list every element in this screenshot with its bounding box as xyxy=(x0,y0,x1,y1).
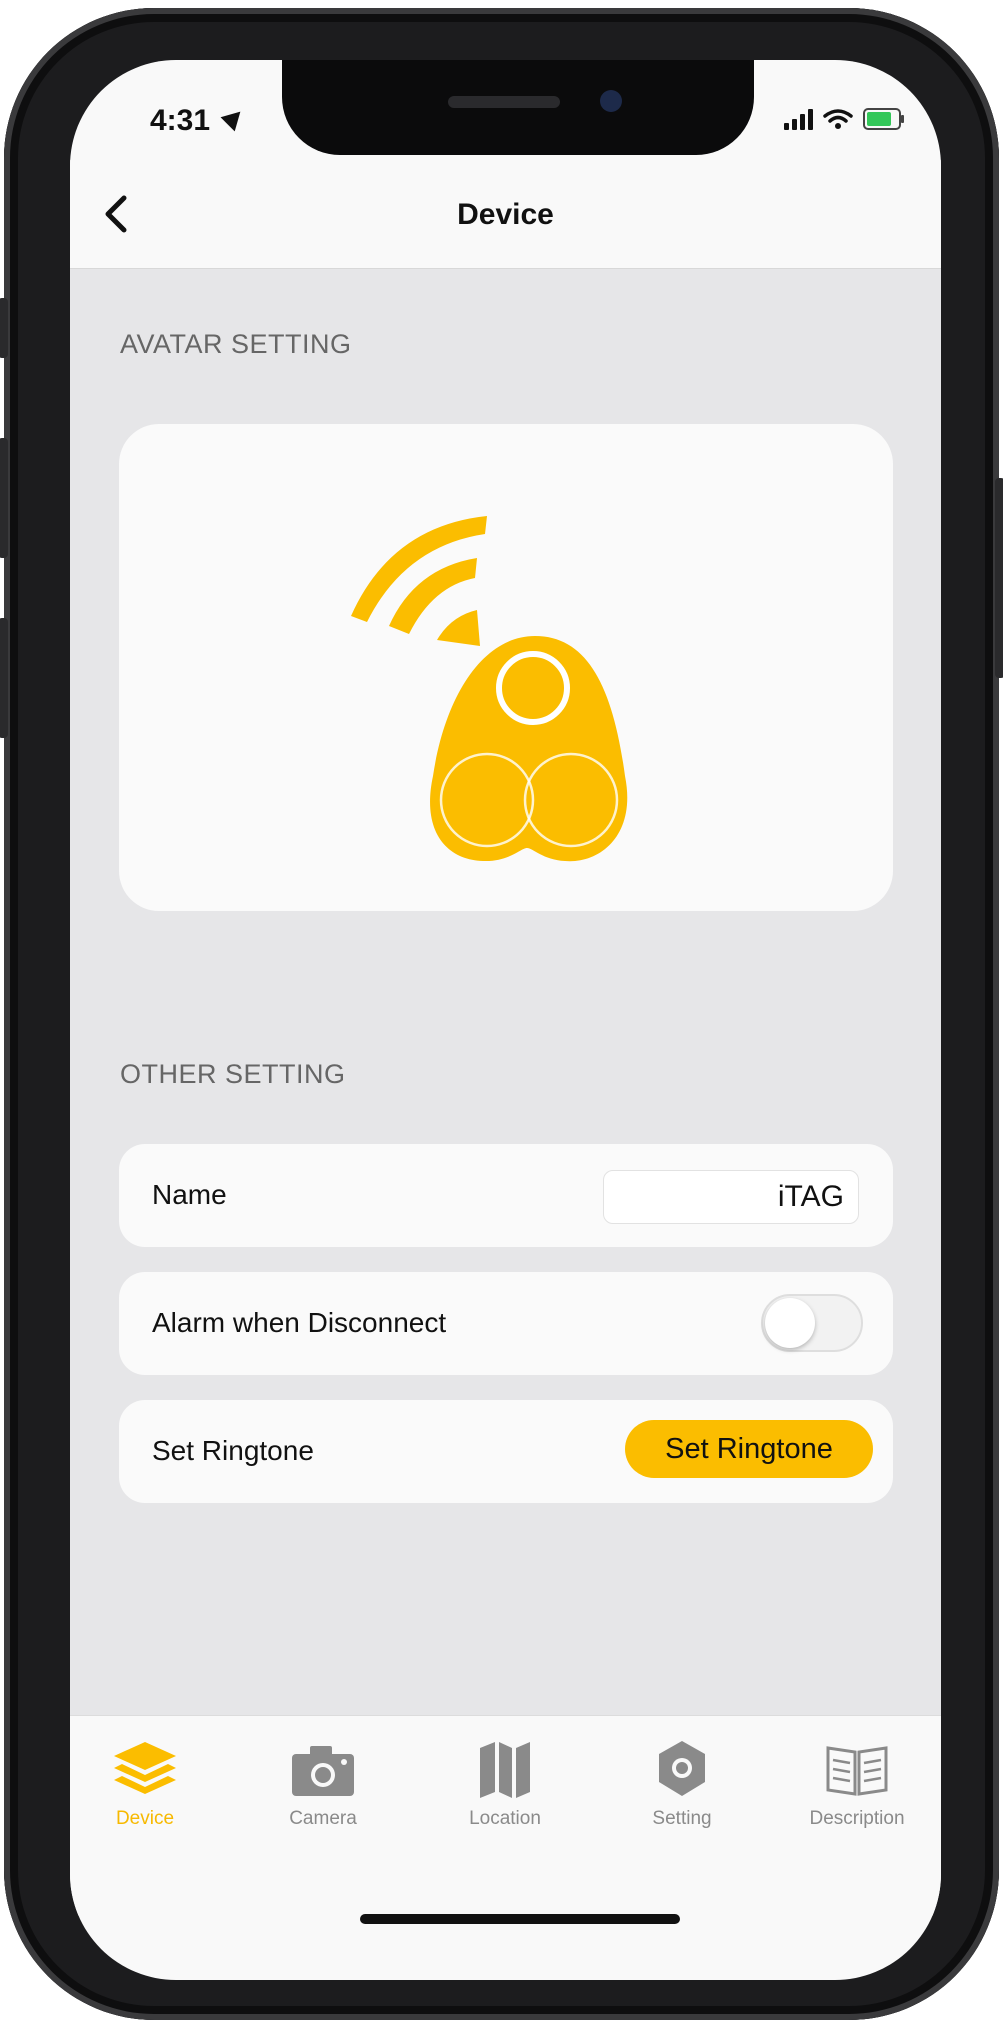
alarm-row: Alarm when Disconnect xyxy=(119,1272,893,1375)
phone-frame: 4:31 Device AVATAR SETTING OTHER SETTING… xyxy=(0,8,1003,2020)
tab-label: Camera xyxy=(289,1808,357,1829)
mute-switch xyxy=(0,298,8,358)
book-icon xyxy=(826,1746,888,1796)
volume-down-button xyxy=(0,618,8,738)
status-time: 4:31 xyxy=(150,104,211,137)
screen: 4:31 Device AVATAR SETTING OTHER SETTING… xyxy=(70,60,941,1980)
battery-icon xyxy=(863,108,904,130)
ringtone-row: Set Ringtone Set Ringtone xyxy=(119,1400,893,1503)
tab-label: Description xyxy=(809,1808,905,1829)
gear-icon xyxy=(659,1741,705,1796)
tab-camera[interactable]: Camera xyxy=(248,1738,398,1830)
tab-setting[interactable]: Setting xyxy=(607,1738,757,1830)
volume-up-button xyxy=(0,438,8,558)
toggle-knob xyxy=(765,1298,815,1348)
status-indicators xyxy=(784,108,904,130)
tab-bar: Device Camera Location Setting Descripti… xyxy=(70,1715,941,1916)
name-row: Name xyxy=(119,1144,893,1247)
alarm-toggle[interactable] xyxy=(761,1294,863,1352)
tab-location[interactable]: Location xyxy=(430,1738,580,1830)
layers-icon xyxy=(114,1742,176,1794)
ringtone-label: Set Ringtone xyxy=(152,1435,314,1466)
speaker xyxy=(448,96,560,108)
tab-device[interactable]: Device xyxy=(70,1738,220,1830)
map-icon xyxy=(480,1742,530,1798)
notch xyxy=(282,60,754,155)
signal-icon xyxy=(784,108,813,130)
tab-label: Setting xyxy=(652,1808,712,1829)
location-arrow-icon xyxy=(220,104,248,132)
set-ringtone-button[interactable]: Set Ringtone xyxy=(625,1420,873,1478)
tab-description[interactable]: Description xyxy=(782,1738,932,1830)
wifi-icon xyxy=(823,109,853,129)
avatar-card[interactable] xyxy=(119,424,893,911)
name-label: Name xyxy=(152,1179,227,1210)
alarm-label: Alarm when Disconnect xyxy=(152,1307,447,1338)
home-indicator[interactable] xyxy=(360,1914,680,1924)
itag-avatar-icon xyxy=(351,516,628,862)
navigation-bar: Device xyxy=(70,160,941,269)
avatar-section-header: AVATAR SETTING xyxy=(120,329,352,359)
power-button xyxy=(995,478,1003,678)
front-camera xyxy=(600,90,622,112)
name-input[interactable] xyxy=(603,1170,859,1224)
content-area: AVATAR SETTING OTHER SETTING Name iTAG A… xyxy=(70,269,941,1715)
page-title: Device xyxy=(457,198,554,231)
tab-label: Location xyxy=(469,1808,541,1829)
camera-icon xyxy=(292,1746,354,1796)
tab-label: Device xyxy=(115,1808,175,1829)
other-section-header: OTHER SETTING xyxy=(120,1059,346,1089)
